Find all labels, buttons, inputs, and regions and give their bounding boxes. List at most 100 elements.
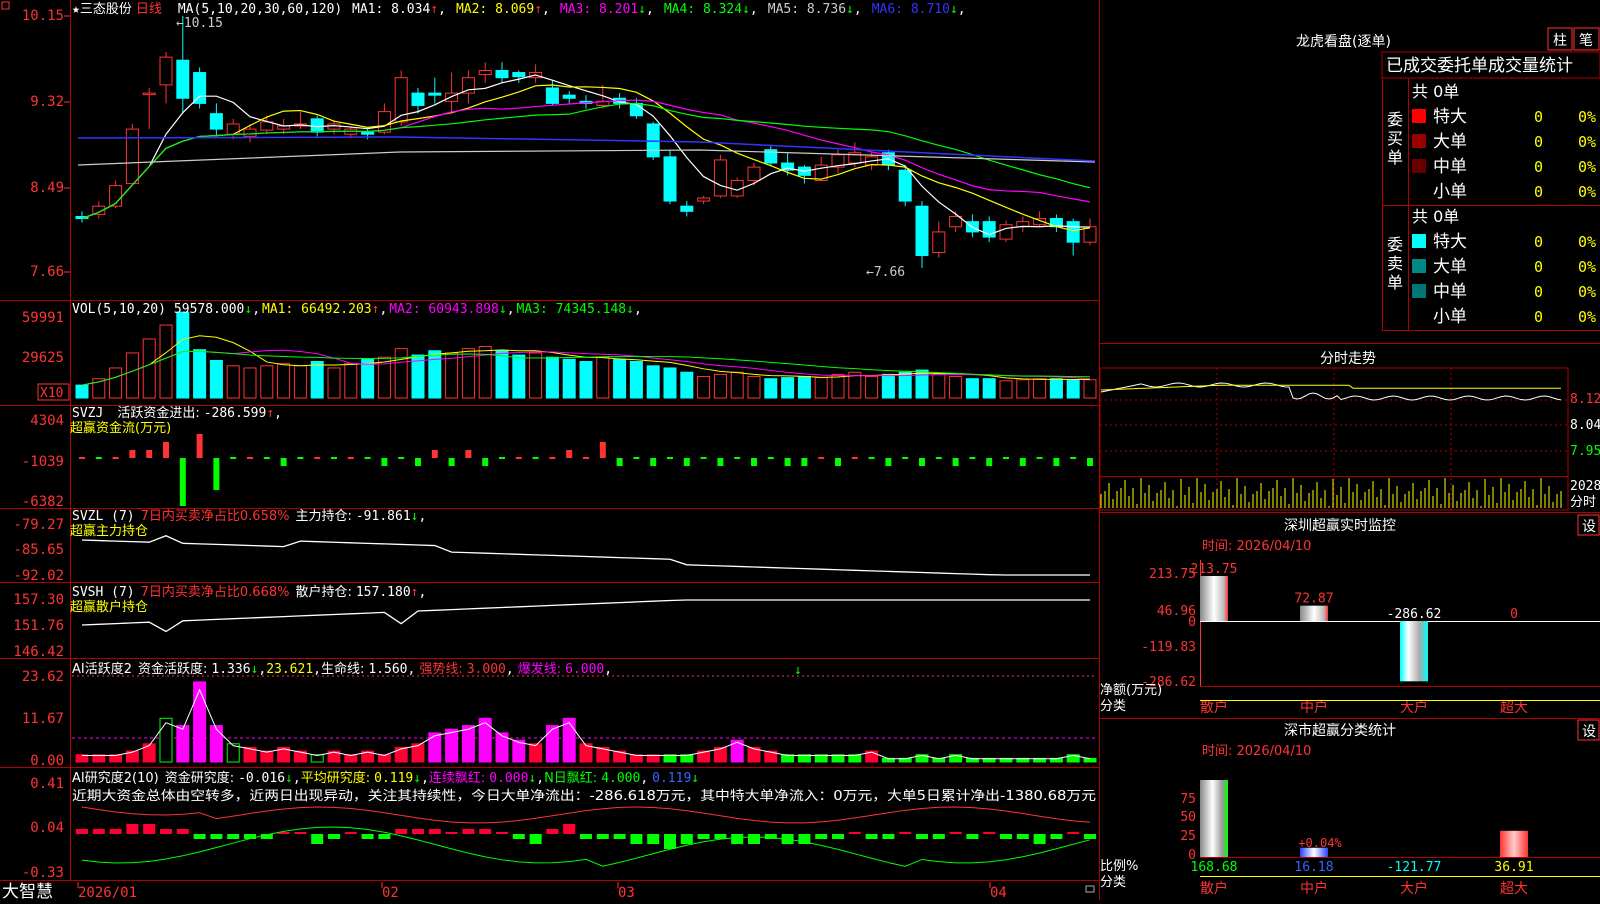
intraday-panel[interactable]: 分时走势 8.12 8.04 7.95 2028 分时 [1099,351,1600,511]
fund-flow-bar [179,458,186,506]
volume-bar [629,361,643,399]
fund-flow-bar [280,458,287,466]
activity-bar [730,739,744,763]
monitor-ylabel: 净额(万元) [1100,683,1162,698]
svzl-panel[interactable]: -79.27 -85.65 -92.02 SVZL (7) 7日内买卖净占比0.6… [13,508,1090,584]
fund-flow-bar [213,458,220,490]
fund-flow-bar [263,457,270,459]
candle-body [898,169,912,202]
class-axis-label: 25 [1180,829,1196,844]
price-axis-label: 8.49 [30,180,64,196]
fund-flow-bar [398,457,405,459]
fund-flow-bar [734,457,741,459]
volume-panel[interactable]: 59991 29625 X10 VOL(5,10,20) 59578.000↓, M… [22,302,1097,401]
price-axis: 10.15 9.32 8.49 7.66 [22,8,64,280]
fund-flow-bars [79,434,1093,506]
volume-bar [814,377,828,399]
research-bar [882,834,895,839]
class-axis-label: 50 [1180,810,1196,825]
row-count: 0 [1534,108,1543,126]
fund-flow-bar [230,457,237,459]
fund-flow-bar [1036,457,1043,459]
corner-marker-icon[interactable] [1,1,10,10]
row-pct: 0% [1578,158,1596,176]
research-bar [731,834,744,844]
stock-chart-window[interactable]: 10.15 9.32 8.49 7.66 ←10.15 ←7.66 ★三态股份日… [0,0,1600,902]
candle-body [159,56,173,86]
class-stats-panel[interactable]: 深市超赢分类统计 设 时间: 2026/04/10 75 50 25 0 168… [1100,719,1600,897]
monitor-panel[interactable]: 深圳超赢实时监控 设 时间: 2026/04/10 213.75 46.96 0… [1100,514,1600,716]
volume-bar [764,378,778,399]
research-bar [512,834,525,839]
ai-active-panel[interactable]: 23.62 11.67 0.00 ↓ AI活跃度2 资金活跃度: 1.336↓,23… [22,661,1097,769]
intraday-title: 分时走势 [1320,351,1376,367]
volume-bar [428,350,442,399]
ai-active-axis-label: 23.62 [22,669,64,685]
fund-flow-bar [919,458,925,466]
row-name: 中单 [1433,282,1467,302]
monitor-axis-label: 0 [1188,615,1196,630]
research-bar [815,834,828,839]
research-line [81,806,1091,824]
intraday-vol-unit: 分时 [1570,495,1596,510]
research-bar [966,834,979,839]
fund-flow-bar [146,450,153,458]
volume-bar [730,371,744,399]
volume-bar [361,358,375,399]
buy-orders-label: 委买单 [1387,110,1403,167]
stats-title: 已成交委托单成交量统计 [1386,56,1573,76]
lhb-panel[interactable]: 龙虎看盘(逐单) 柱 笔 已成交委托单成交量统计 委买单 委卖单 共 0单 共 … [1296,27,1600,331]
price-panel[interactable]: 10.15 9.32 8.49 7.66 ←10.15 ←7.66 ★三态股份日… [22,2,1097,280]
candle-body [932,231,946,253]
volume-bar [596,356,610,399]
row-pct: 0% [1578,108,1596,126]
class-bar-label: 16.18 [1294,860,1333,875]
row-pct: 0% [1578,183,1596,201]
intraday-axis-label: 8.04 [1570,418,1600,433]
volume-bar [394,348,408,399]
volume-bar [915,369,929,399]
monitor-bar [1300,605,1328,621]
fund-flow-bar [969,457,976,459]
candle-body [680,205,694,212]
volume-axis-label: 29625 [22,350,64,366]
legend-swatch [1412,159,1426,173]
buy-rows: 特大 0 0% 大单 0 0% 中单 0 0% 小单 0 0% [1412,107,1596,202]
volume-bar [949,376,963,399]
class-category: 大户 [1400,880,1428,897]
volume-bar [293,365,307,399]
intraday-volume [1100,478,1562,508]
fund-flow-bar [1070,457,1077,459]
fund-flow-bar [818,457,825,459]
research-bar [1016,834,1029,839]
ai-research-panel[interactable]: 0.41 0.04 -0.33 AI研究度2(10) 资金研究度: -0.016↓,… [22,770,1096,881]
activity-bar [545,725,559,763]
volume-bar [797,376,811,399]
fund-flow-bar [129,450,136,458]
research-bar [109,829,122,834]
volume-bar [159,324,173,399]
volume-bar [1016,379,1030,399]
svsh-panel[interactable]: 157.30 151.76 146.42 SVSH (7) 7日内买卖净占比0.6… [13,584,1090,660]
volume-bar [243,367,257,399]
research-bar [294,832,307,834]
legend-swatch [1412,234,1426,248]
class-category: 中户 [1300,880,1328,897]
volume-bar [1066,379,1080,399]
row-count: 0 [1534,133,1543,151]
research-avg-line [81,826,1091,867]
monitor-bar-label: -286.62 [1387,607,1442,622]
fund-flow-bar [784,458,791,466]
ma60-line [77,149,1096,166]
fund-flow-bar [532,457,539,459]
fund-flow-bar [616,458,623,466]
candle-body [243,128,257,137]
lock-icon [1085,885,1095,893]
svzj-axis-label: 4304 [30,413,64,429]
svzj-panel[interactable]: 4304 -1039 -6382 SVZJ 活跃资金进出: -286.599↑, 超… [22,405,1093,510]
research-bar [378,834,391,839]
price-header: ★三态股份 日线 MA(5,10,20,30,60,120) [72,2,342,17]
class-bar-note: +0.04% [1298,836,1342,850]
volume-bar [495,350,509,399]
volume-bar [344,363,358,399]
